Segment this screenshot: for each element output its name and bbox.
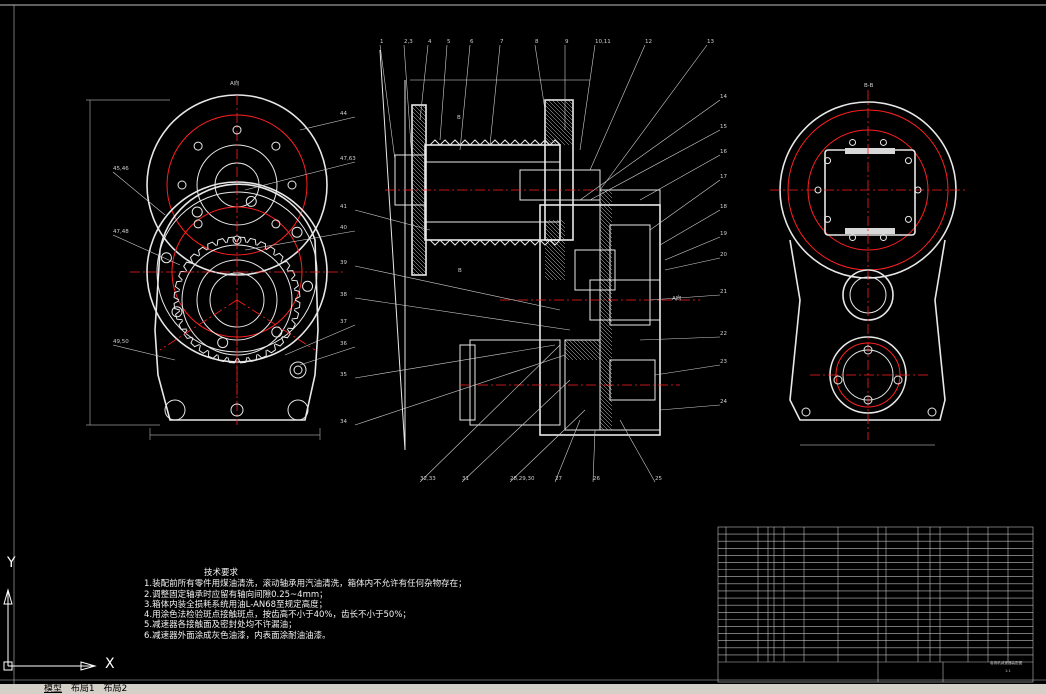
callout-label: 35: [340, 372, 347, 378]
callout-label: 40: [340, 225, 347, 231]
requirement-line: 1.装配前所有零件用煤油清洗，滚动轴承用汽油清洗，箱体内不允许有任何杂物存在；: [144, 579, 467, 590]
left-view-label: A向: [230, 79, 239, 87]
callout-label: 18: [720, 204, 727, 210]
callout-label: 47,63: [340, 156, 356, 162]
callout-label: 44: [340, 111, 347, 117]
callout-label: 19: [720, 231, 727, 237]
requirement-line: 4.用涂色法检验斑点接触斑点，按齿高不小于40%，齿长不小于50%；: [144, 610, 411, 621]
section-marker-top: B: [457, 115, 461, 121]
callout-label: 37: [340, 319, 347, 325]
requirement-line: 3.箱体内装全损耗系统用油L-AN68至规定高度；: [144, 599, 328, 610]
callout-label: 4: [428, 39, 432, 45]
tab-layout-2[interactable]: 布局2: [104, 684, 128, 694]
callout-label: 8: [535, 39, 539, 45]
section-marker-bottom: B: [458, 268, 462, 274]
callout-label: 21: [720, 289, 727, 295]
callout-label: 9: [565, 39, 569, 45]
title-block-title: 卷扬机减速器装配图: [990, 660, 1023, 665]
y-axis-label: Y: [7, 555, 16, 571]
callout-label: 38: [340, 292, 347, 298]
callout-label: 45,46: [113, 166, 129, 172]
callout-label: 47,48: [113, 229, 129, 235]
technical-requirements: 技术要求 1.装配前所有零件用煤油清洗，滚动轴承用汽油清洗，箱体内不允许有任何杂…: [144, 568, 467, 641]
tab-model[interactable]: 模型: [44, 684, 62, 694]
requirement-line: 2.调整固定轴承时应留有轴向间隙0.25~4mm；: [144, 589, 328, 600]
callout-label: 34: [340, 419, 347, 425]
callout-label: 16: [720, 149, 727, 155]
title-block-scale: 1:1: [1005, 669, 1011, 673]
callout-label: 26: [593, 476, 600, 482]
callout-label: 20: [720, 252, 727, 258]
callout-label: 49,50: [113, 339, 129, 345]
callout-label: 41: [340, 204, 347, 210]
callout-label: 15: [720, 124, 727, 130]
callout-label: 27: [555, 476, 562, 482]
callout-label: 24: [720, 399, 727, 405]
callout-label: 32,33: [420, 476, 436, 482]
callout-label: 2,3: [404, 39, 413, 45]
requirement-line: 5.减速器各接触面及密封处均不许漏油；: [144, 620, 297, 631]
callout-label: 28,29,30: [510, 476, 535, 482]
callout-label: 17: [720, 174, 727, 180]
right-view-label: B-B: [864, 83, 874, 89]
x-axis-label: X: [105, 656, 115, 672]
layout-tabs-bar: 模型 布局1 布局2: [0, 684, 1046, 694]
callout-label: 22: [720, 331, 727, 337]
callout-label: 14: [720, 94, 727, 100]
callout-label: 23: [720, 359, 727, 365]
callout-label: 13: [707, 39, 714, 45]
callout-label: 36: [340, 341, 347, 347]
callout-label: 7: [500, 39, 504, 45]
technical-requirements-title: 技术要求: [204, 568, 239, 578]
callout-label: 31: [462, 476, 469, 482]
tab-layout-1[interactable]: 布局1: [71, 684, 95, 694]
callout-label: 1: [380, 39, 384, 45]
callout-label: 12: [645, 39, 652, 45]
callout-label: 5: [447, 39, 451, 45]
callout-label: 10,11: [595, 39, 611, 45]
callout-label: 25: [655, 476, 662, 482]
requirement-line: 6.减速器外面涂成灰色油漆，内表面涂耐油油漆。: [144, 630, 331, 641]
callout-label: 6: [470, 39, 474, 45]
callout-label: 39: [340, 260, 347, 266]
